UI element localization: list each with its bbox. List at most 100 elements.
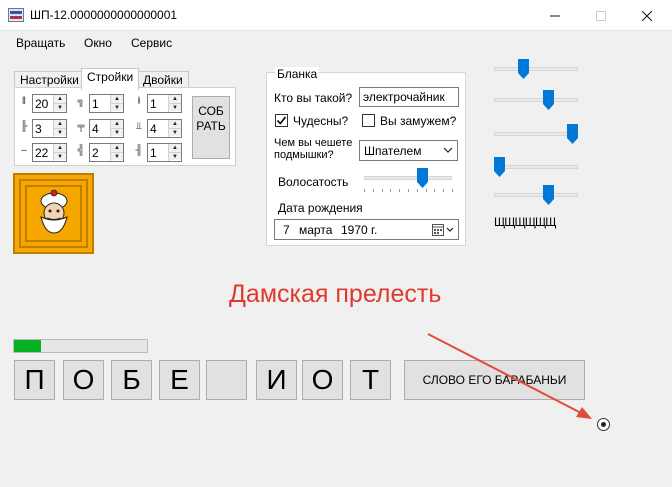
- spinner-arrows[interactable]: ▲ ▼: [53, 144, 66, 161]
- spinner-9[interactable]: 1 ▲ ▼: [147, 143, 182, 162]
- down-arrow-icon[interactable]: ▼: [111, 103, 123, 111]
- minimize-button[interactable]: [532, 0, 578, 31]
- wonders-checkbox[interactable]: [275, 114, 288, 127]
- scratch-select[interactable]: Шпателем: [359, 140, 458, 161]
- spinner-value: 4: [150, 122, 157, 136]
- down-arrow-icon[interactable]: ▼: [169, 152, 181, 160]
- tab-buildings[interactable]: Стройки: [81, 68, 140, 90]
- slider-tick: [364, 189, 365, 192]
- right-slider-track[interactable]: [494, 67, 578, 71]
- spinner-5[interactable]: 4 ▲ ▼: [89, 119, 124, 138]
- spinner-arrows[interactable]: ▲ ▼: [168, 144, 181, 161]
- letter-cell[interactable]: И: [256, 360, 297, 400]
- spinner-value: 1: [150, 146, 157, 160]
- slider-tick: [399, 189, 401, 192]
- birth-day: 7: [283, 223, 290, 237]
- collect-button-line1: СОБ: [198, 104, 224, 118]
- close-button[interactable]: [624, 0, 670, 31]
- married-checkbox[interactable]: [362, 114, 375, 127]
- letter-cell[interactable]: Б: [111, 360, 152, 400]
- up-arrow-icon[interactable]: ▲: [111, 95, 123, 103]
- up-arrow-icon[interactable]: ▲: [169, 120, 181, 128]
- up-arrow-icon[interactable]: ▲: [111, 120, 123, 128]
- right-slider-track[interactable]: [494, 98, 578, 102]
- slider-tick: [390, 189, 392, 192]
- right-slider-thumb[interactable]: [567, 124, 578, 144]
- wonders-label: Чудесны?: [293, 114, 349, 128]
- maximize-icon: [596, 10, 606, 21]
- slider-tick: [452, 189, 453, 192]
- spinner-3[interactable]: 1 ▲ ▼: [147, 94, 182, 113]
- menu-item-window[interactable]: Окно: [84, 36, 112, 50]
- spinner-arrows[interactable]: ▲ ▼: [53, 95, 66, 112]
- right-slider-track[interactable]: [494, 132, 578, 136]
- slider-tick: [408, 189, 409, 192]
- hair-slider-thumb[interactable]: [417, 168, 429, 188]
- down-arrow-icon[interactable]: ▼: [111, 152, 123, 160]
- spinner-7[interactable]: 22 ▲ ▼: [32, 143, 67, 162]
- down-arrow-icon[interactable]: ▼: [54, 128, 66, 136]
- letter-cell[interactable]: П: [14, 360, 55, 400]
- who-input[interactable]: электрочайник: [359, 87, 459, 107]
- menu-bar: Вращать Окно Сервис: [0, 31, 672, 55]
- chevron-down-icon: [443, 147, 453, 153]
- right-slider-thumb[interactable]: [542, 185, 554, 205]
- spinner-arrows[interactable]: ▲ ▼: [110, 120, 123, 137]
- spinner-6[interactable]: 4 ▲ ▼: [147, 119, 182, 138]
- slider-tick: [381, 189, 383, 192]
- right-slider-track[interactable]: [494, 165, 578, 169]
- spacing-icon: ⱡ: [137, 96, 141, 107]
- up-arrow-icon[interactable]: ▲: [169, 95, 181, 103]
- spinner-arrows[interactable]: ▲ ▼: [110, 144, 123, 161]
- up-arrow-icon[interactable]: ▲: [169, 144, 181, 152]
- headline: Дамская прелесть: [229, 280, 442, 308]
- spinner-arrows[interactable]: ▲ ▼: [168, 95, 181, 112]
- spinner-8[interactable]: 2 ▲ ▼: [89, 143, 124, 162]
- spinner-value: 22: [35, 146, 49, 160]
- down-arrow-icon[interactable]: ▼: [169, 103, 181, 111]
- progress-fill: [14, 340, 41, 352]
- spinner-arrows[interactable]: ▲ ▼: [53, 120, 66, 137]
- spacing-icon: ╢: [135, 145, 143, 156]
- letter-cell-empty[interactable]: [206, 360, 247, 400]
- down-arrow-icon[interactable]: ▼: [54, 103, 66, 111]
- word-button[interactable]: СЛОВО ЕГО БАРАБАНЬИ: [404, 360, 585, 400]
- hair-slider-track[interactable]: [364, 176, 452, 180]
- spinner-arrows[interactable]: ▲ ▼: [110, 95, 123, 112]
- right-slider-thumb[interactable]: [518, 59, 530, 79]
- form-legend: Бланка: [275, 67, 320, 81]
- menu-item-rotate[interactable]: Вращать: [16, 36, 65, 50]
- birth-date-picker[interactable]: 7 марта 1970 г.: [274, 219, 459, 240]
- right-slider-track[interactable]: [494, 193, 578, 197]
- up-arrow-icon[interactable]: ▲: [54, 144, 66, 152]
- spinner-1[interactable]: 20 ▲ ▼: [32, 94, 67, 113]
- slider-tick: [372, 189, 374, 192]
- letter-cell[interactable]: О: [63, 360, 104, 400]
- align-left-icon: ‖: [21, 96, 27, 107]
- radio-button[interactable]: [597, 418, 610, 431]
- right-sliders-label: ЩЩЩЩЩЩ: [494, 215, 556, 229]
- menu-item-service[interactable]: Сервис: [131, 36, 172, 50]
- right-slider-thumb[interactable]: [542, 90, 554, 110]
- letter-cell[interactable]: О: [302, 360, 343, 400]
- up-arrow-icon[interactable]: ▲: [54, 95, 66, 103]
- avatar: [13, 173, 94, 254]
- calendar-icon[interactable]: [432, 224, 456, 236]
- slider-tick: [416, 189, 418, 192]
- down-arrow-icon[interactable]: ▼: [54, 152, 66, 160]
- letter-cell[interactable]: Т: [350, 360, 391, 400]
- up-arrow-icon[interactable]: ▲: [54, 120, 66, 128]
- letter-cell[interactable]: Е: [159, 360, 200, 400]
- spinner-4[interactable]: 3 ▲ ▼: [32, 119, 67, 138]
- up-arrow-icon[interactable]: ▲: [111, 144, 123, 152]
- spacing-icon: ⫫: [136, 121, 142, 132]
- align-bottom-icon: ╣: [77, 145, 85, 156]
- right-slider-thumb[interactable]: [494, 157, 505, 177]
- maximize-button[interactable]: [578, 0, 624, 31]
- checkmark-icon: [276, 116, 287, 125]
- down-arrow-icon[interactable]: ▼: [111, 128, 123, 136]
- spinner-arrows[interactable]: ▲ ▼: [168, 120, 181, 137]
- collect-button[interactable]: СОБ РАТЬ: [192, 96, 230, 159]
- down-arrow-icon[interactable]: ▼: [169, 128, 181, 136]
- spinner-2[interactable]: 1 ▲ ▼: [89, 94, 124, 113]
